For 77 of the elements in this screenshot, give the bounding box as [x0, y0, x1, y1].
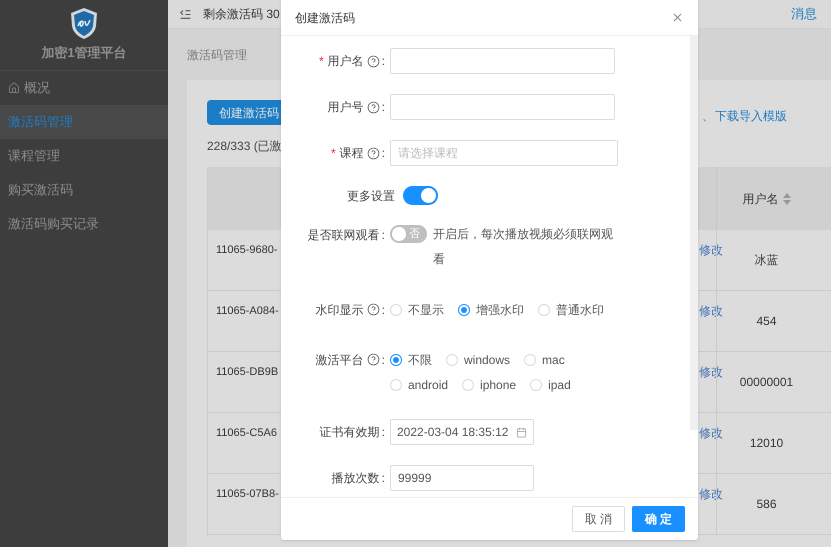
required-mark: * [318, 53, 324, 70]
radio-button[interactable] [390, 354, 402, 366]
help-icon[interactable] [366, 100, 380, 114]
help-icon[interactable] [366, 146, 380, 160]
label-colon: : [382, 226, 385, 244]
close-icon[interactable] [671, 11, 684, 24]
confirm-button[interactable]: 确 定 [632, 506, 685, 532]
sidebar-item[interactable]: 激活码管理 [0, 105, 168, 139]
radio-label: iphone [480, 376, 516, 394]
help-icon[interactable] [366, 303, 380, 316]
field-label: 用户号 [328, 99, 364, 116]
input-field[interactable] [390, 48, 615, 74]
sort-icon[interactable] [782, 192, 790, 204]
radio-label: ipad [548, 376, 571, 394]
table-cell-text: 454 [756, 313, 777, 330]
label-colon: : [382, 145, 385, 162]
radio-label: android [408, 376, 448, 394]
download-template-link[interactable]: 下载导入模版 [715, 106, 787, 124]
radio-label: 不限 [408, 352, 432, 368]
label-colon: : [382, 99, 385, 116]
table-cell-text: 11065-9680- [216, 242, 278, 258]
table-cell-text: 11065-C5A6 [216, 426, 277, 441]
separator-mark: 、 [702, 108, 714, 124]
sidebar-item[interactable]: 购买激活码 [0, 173, 168, 207]
radio-label: windows [464, 352, 510, 368]
calendar-icon [516, 426, 527, 438]
table-cell-text: 12010 [750, 435, 784, 452]
remaining-codes: 剩余激活码 30 [203, 6, 280, 23]
toggle-switch[interactable]: 否 [390, 225, 427, 243]
date-field[interactable]: 2022-03-04 18:35:12 [390, 419, 534, 445]
radio-label: 普通水印 [556, 302, 604, 318]
course-select[interactable]: 请选择课程 [390, 140, 618, 166]
date-value: 2022-03-04 18:35:12 [397, 424, 508, 441]
sidebar-item[interactable]: 激活码购买记录 [0, 207, 168, 241]
field-label: 水印显示 [316, 302, 364, 318]
label-colon: : [382, 53, 385, 70]
radio-button[interactable] [458, 304, 470, 316]
help-icon[interactable] [366, 353, 380, 366]
breadcrumb: 激活码管理 [187, 46, 247, 64]
radio-label: 增强水印 [476, 302, 524, 318]
platform-title: 加密1管理平台 [41, 44, 127, 62]
radio-label: 不显示 [408, 302, 444, 318]
label-colon: : [382, 302, 385, 318]
required-mark: * [330, 145, 336, 162]
shield-logo-icon [69, 7, 99, 40]
field-label: 播放次数 [332, 470, 380, 487]
label-colon: : [382, 470, 385, 487]
cancel-button[interactable]: 取 消 [572, 506, 625, 532]
toggle-description: 开启后，每次播放视频必须联网观看 [433, 226, 614, 268]
field-label: 课程 [340, 145, 364, 162]
messages-link[interactable]: 消息 [791, 4, 817, 24]
sidebar-item[interactable]: 课程管理 [0, 139, 168, 173]
dialog-title: 创建激活码 [295, 10, 355, 26]
table-cell-text: 586 [756, 496, 777, 513]
field-label: 用户名 [328, 53, 364, 70]
label-colon: : [382, 424, 385, 441]
home-icon [8, 82, 20, 94]
table-cell-text: 00000001 [740, 374, 794, 391]
toggle-switch[interactable] [403, 186, 438, 205]
table-cell-text: 冰蓝 [754, 252, 778, 269]
label-colon: : [382, 352, 385, 368]
field-label: 更多设置 [347, 188, 395, 204]
summary-text: 228/333 (已激 [207, 138, 282, 155]
help-icon[interactable] [366, 54, 380, 68]
sidebar-item[interactable]: 概况 [0, 71, 168, 105]
column-header[interactable]: 用户名 [742, 190, 778, 208]
table-cell-text: 11065-DB9B [216, 364, 278, 380]
input-field[interactable] [390, 94, 615, 120]
scrollbar[interactable] [690, 36, 698, 430]
radio-label: mac [542, 352, 565, 368]
field-label: 证书有效期 [320, 424, 380, 441]
field-label: 是否联网观看 [308, 226, 380, 244]
table-cell-text: 11065-A084- [216, 304, 279, 319]
input-field[interactable]: 99999 [390, 465, 534, 491]
table-cell-text: 11065-07B8- [216, 486, 279, 502]
field-label: 激活平台 [316, 352, 364, 368]
menu-fold-icon[interactable] [179, 8, 192, 20]
